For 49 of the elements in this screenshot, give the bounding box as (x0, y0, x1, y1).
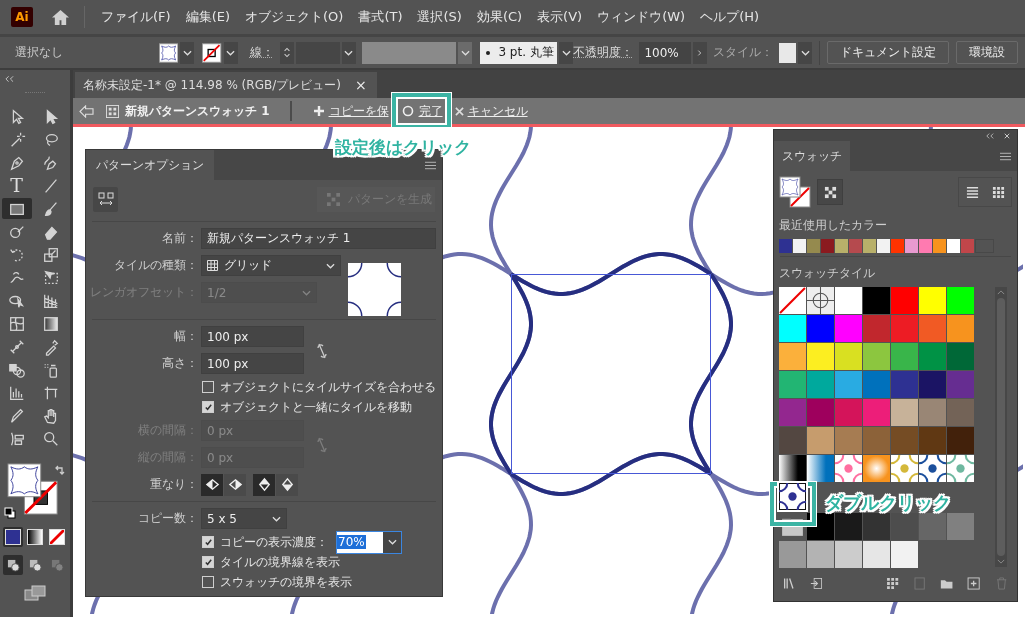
field-label: 名前： (161, 230, 199, 247)
section-label: 最近使用したカラー (778, 217, 888, 234)
checkbox-label: オブジェクトと一緒にタイルを移動 (220, 398, 412, 416)
panel-tab[interactable]: スウォッチ (774, 141, 850, 171)
field-label: コピー数： (137, 510, 199, 527)
opacity-field[interactable]: 100% (639, 41, 691, 64)
field-label: 幅： (173, 328, 199, 345)
menu-item[interactable]: 選択(S) (417, 8, 462, 26)
checkbox-label: スウォッチの境界を表示 (220, 573, 352, 591)
width-field[interactable]: 100 px (201, 326, 304, 347)
brush-field[interactable]: 3 pt. 丸筆 (480, 41, 558, 64)
panel-tab[interactable]: パターンオプション (86, 150, 214, 180)
height-field[interactable]: 100 px (201, 353, 304, 374)
close-tab-button[interactable]: × (354, 77, 367, 93)
selection-label: 選択なし (15, 44, 63, 61)
checkbox-label: オブジェクトにタイルサイズを合わせる (220, 378, 436, 396)
annotation-text: ダブルクリック (825, 491, 951, 515)
tile-type-select[interactable]: グリッド (201, 255, 341, 276)
field-label: 重なり： (149, 476, 199, 493)
brush-name: 3 pt. 丸筆 (498, 44, 554, 61)
menu-item[interactable]: 書式(T) (358, 8, 403, 26)
menu-item[interactable]: ファイル(F) (101, 8, 171, 26)
done-button[interactable]: 完了 (401, 102, 443, 120)
section-label: スウォッチタイル (778, 265, 876, 282)
copies-select[interactable]: 5 x 5 (201, 508, 287, 529)
opacity-label: 不透明度： (573, 44, 634, 61)
checkbox-label: コピーの表示濃度： (220, 533, 328, 551)
toolbar-button[interactable]: 環境設 (956, 41, 1018, 64)
cancel-link[interactable]: キャンセル (467, 102, 528, 120)
menu-item[interactable]: 表示(V) (537, 8, 583, 26)
menu-item[interactable]: オブジェクト(O) (245, 8, 344, 26)
menu-item[interactable]: 編集(E) (185, 8, 230, 26)
menu-item[interactable]: 効果(C) (476, 8, 523, 26)
document-tab[interactable]: 名称未設定-1* @ 114.98 % (RGB/プレビュー) × (75, 72, 377, 98)
save-copy-link[interactable]: コピーを保 (328, 102, 389, 120)
checkbox-label: タイルの境界線を表示 (220, 553, 340, 571)
toolbar-button[interactable]: ドキュメント設定 (827, 41, 949, 64)
menu-item[interactable]: ヘルプ(H) (700, 8, 760, 26)
opacity-combo[interactable]: 70% (336, 530, 402, 554)
menu-item[interactable]: ウィンドウ(W) (597, 8, 686, 26)
field-label: 高さ： (161, 355, 199, 372)
document-title: 名称未設定-1* @ 114.98 % (RGB/プレビュー) (83, 76, 341, 94)
name-field[interactable]: 新規パターンスウォッチ 1 (201, 228, 436, 249)
stroke-label: 線： (249, 44, 274, 61)
app-logo: Ai (11, 7, 33, 27)
style-label: スタイル： (712, 44, 773, 61)
tool-button[interactable]: T (1, 175, 32, 196)
pattern-name: 新規パターンスウォッチ 1 (125, 102, 270, 120)
field-label: タイルの種類： (113, 257, 199, 274)
